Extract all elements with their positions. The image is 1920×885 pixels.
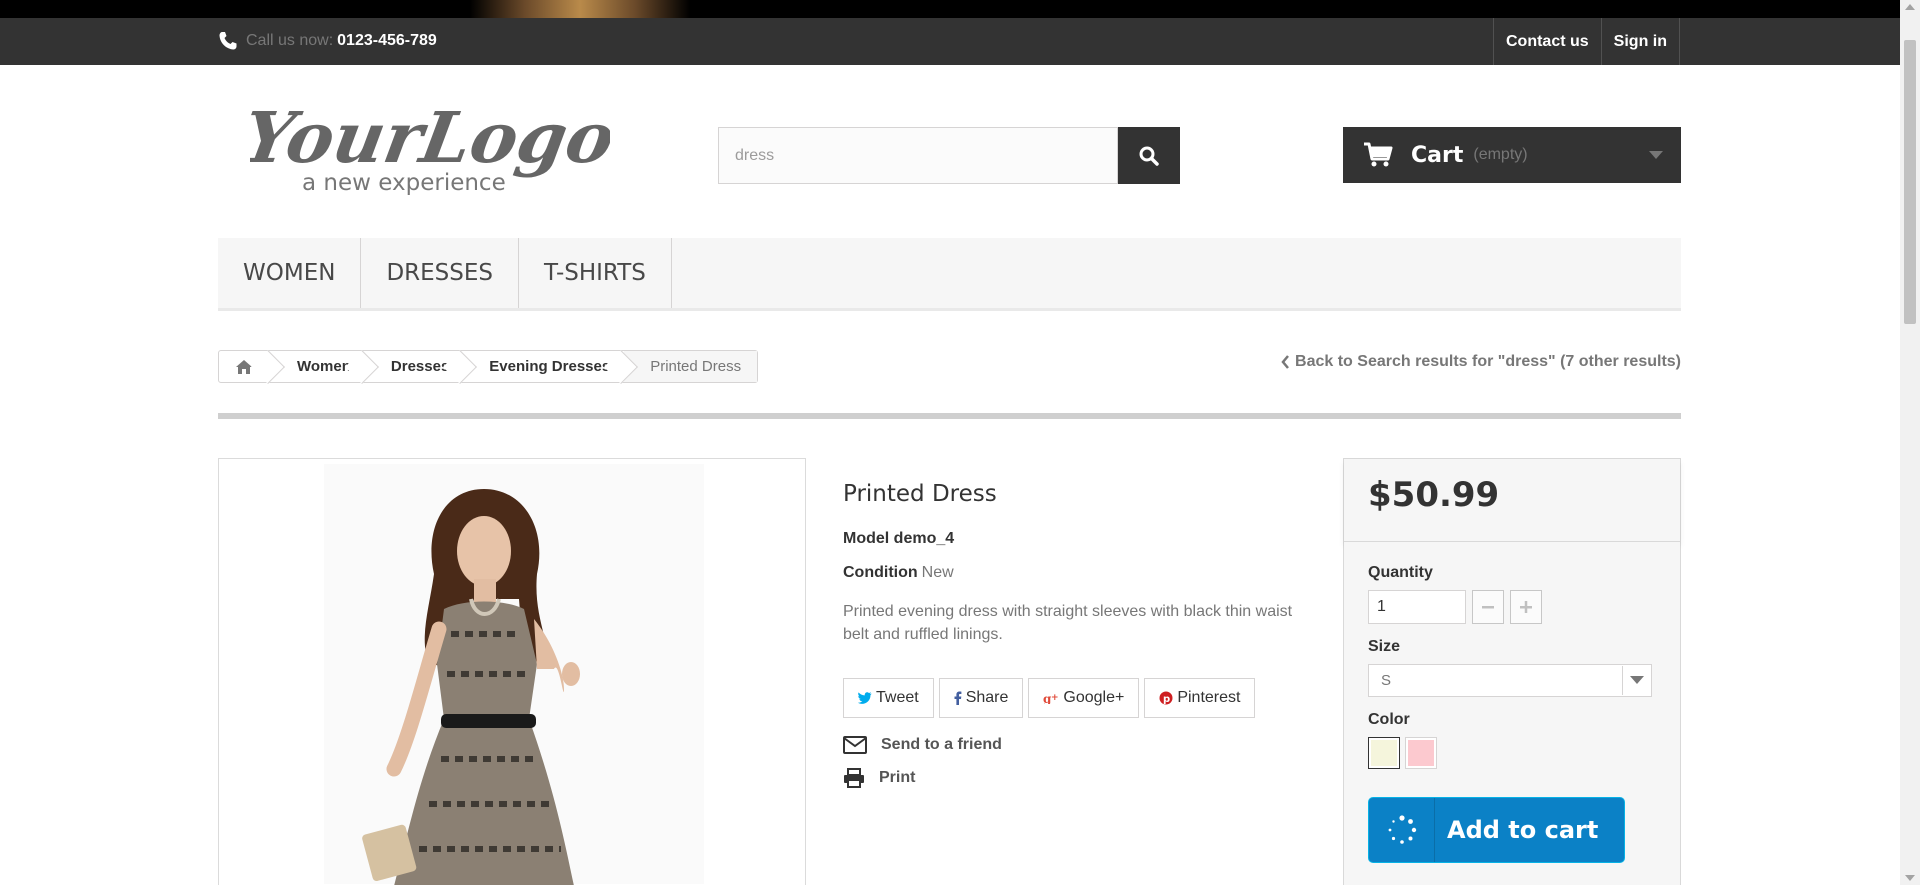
facebook-share-button[interactable]: Share (938, 678, 1024, 718)
back-link-text: Back to Search results for "dress" (7 ot… (1295, 353, 1681, 370)
home-icon (236, 359, 252, 374)
menu-item-dresses[interactable]: Dresses (361, 238, 519, 308)
chevron-down-icon[interactable] (1622, 666, 1650, 695)
quantity-input[interactable] (1368, 590, 1466, 624)
contact-us-link[interactable]: Contact us (1493, 18, 1601, 65)
scroll-up-icon[interactable] (1905, 4, 1915, 10)
size-label: Size (1368, 638, 1401, 655)
top-links: Contact us Sign in (1493, 18, 1680, 65)
search-icon (1139, 146, 1159, 166)
product-model: Model demo_4 (843, 530, 1323, 548)
product-options: Quantity Size S Color (1344, 542, 1680, 863)
cart-status: (empty) (1473, 146, 1528, 163)
product-condition: Condition New (843, 564, 1323, 582)
color-swatch-pink[interactable] (1405, 737, 1437, 769)
phone-info: Call us now: 0123-456-789 (218, 28, 437, 54)
promo-banner[interactable] (0, 0, 1900, 18)
quantity-minus-button[interactable] (1472, 590, 1504, 624)
sign-in-link[interactable]: Sign in (1600, 18, 1680, 65)
twitter-icon (858, 692, 872, 704)
minus-icon (1482, 606, 1494, 609)
site-logo[interactable]: YourLogo a new experience (236, 90, 620, 200)
call-label: Call us now: (246, 32, 334, 49)
add-to-cart-button[interactable]: Add to cart (1368, 797, 1625, 863)
breadcrumb-dresses[interactable]: Dresses (365, 351, 463, 382)
search-button[interactable] (1118, 127, 1180, 184)
breadcrumb: Women Dresses Evening Dresses Printed Dr… (218, 350, 759, 383)
size-value: S (1381, 672, 1392, 689)
search-input[interactable] (718, 127, 1118, 184)
pinterest-icon: p (1159, 691, 1173, 705)
svg-text:+: + (1051, 693, 1059, 703)
cart-label: Cart (1411, 142, 1464, 168)
product-description: Printed evening dress with straight slee… (843, 603, 1293, 643)
pinterest-label: Pinterest (1177, 689, 1241, 706)
pinterest-button[interactable]: p Pinterest (1144, 678, 1256, 718)
print-link[interactable]: Print (843, 768, 1323, 788)
tweet-label: Tweet (876, 689, 919, 706)
breadcrumb-evening-dresses[interactable]: Evening Dresses (463, 351, 624, 382)
add-to-cart-label: Add to cart (1447, 816, 1599, 844)
print-icon (844, 768, 864, 788)
scrollbar-thumb[interactable] (1904, 40, 1916, 324)
product-title: Printed Dress (843, 481, 997, 507)
google-plus-label: Google+ (1063, 689, 1125, 706)
chevron-left-icon (1281, 355, 1289, 369)
logo-tagline: a new experience (302, 170, 506, 196)
tweet-button[interactable]: Tweet (843, 678, 934, 718)
product-image[interactable] (218, 458, 806, 885)
phone-icon (219, 32, 237, 50)
color-label: Color (1368, 711, 1410, 728)
top-bar: Call us now: 0123-456-789 Contact us Sig… (0, 18, 1900, 65)
facebook-icon (954, 691, 962, 705)
menu-item-women[interactable]: Women (218, 238, 362, 308)
phone-number: 0123-456-789 (337, 32, 437, 49)
svg-text:p: p (1163, 694, 1170, 705)
color-swatch-beige[interactable] (1368, 737, 1400, 769)
envelope-icon (843, 736, 867, 754)
buy-box: $50.99 Quantity Size S Color (1343, 458, 1681, 885)
product-price: $50.99 (1368, 475, 1500, 515)
color-picker (1368, 737, 1656, 769)
send-to-friend-link[interactable]: Send to a friend (843, 736, 1323, 754)
quantity-label: Quantity (1368, 564, 1433, 581)
divider (218, 413, 1681, 419)
product-info: Printed Dress Model demo_4 Condition New … (843, 458, 1323, 788)
google-plus-icon: g + (1043, 692, 1059, 704)
menu-item-tshirts[interactable]: T-shirts (519, 238, 672, 308)
cart-button[interactable]: Cart (empty) (1343, 127, 1681, 183)
scroll-down-icon[interactable] (1905, 875, 1915, 881)
breadcrumb-current: Printed Dress (624, 351, 758, 382)
print-label: Print (879, 769, 916, 786)
google-plus-button[interactable]: g + Google+ (1028, 678, 1140, 718)
share-label: Share (965, 689, 1009, 706)
condition-label: Condition (843, 564, 918, 581)
send-to-friend-label: Send to a friend (881, 736, 1002, 753)
social-share: Tweet Share g + Google+ p Pinterest (843, 678, 1323, 718)
logo-text: YourLogo (250, 97, 610, 179)
main-menu: Women Dresses T-shirts (218, 238, 1681, 311)
model-value: demo_4 (893, 530, 955, 547)
size-select[interactable]: S (1368, 664, 1652, 697)
quantity-plus-button[interactable] (1510, 590, 1542, 624)
price-area: $50.99 (1344, 459, 1680, 542)
page-scrollbar[interactable] (1900, 0, 1920, 885)
cart-icon (1364, 142, 1393, 167)
condition-value: New (921, 564, 954, 581)
search-bar (718, 127, 1180, 184)
breadcrumb-home[interactable] (219, 351, 271, 382)
loading-spinner-icon (1369, 798, 1435, 862)
quantity-stepper (1368, 590, 1656, 624)
back-to-search-link[interactable]: Back to Search results for "dress" (7 ot… (1281, 350, 1681, 374)
chevron-down-icon[interactable] (1649, 151, 1663, 159)
model-label: Model (843, 530, 890, 547)
plus-icon (1520, 601, 1532, 613)
